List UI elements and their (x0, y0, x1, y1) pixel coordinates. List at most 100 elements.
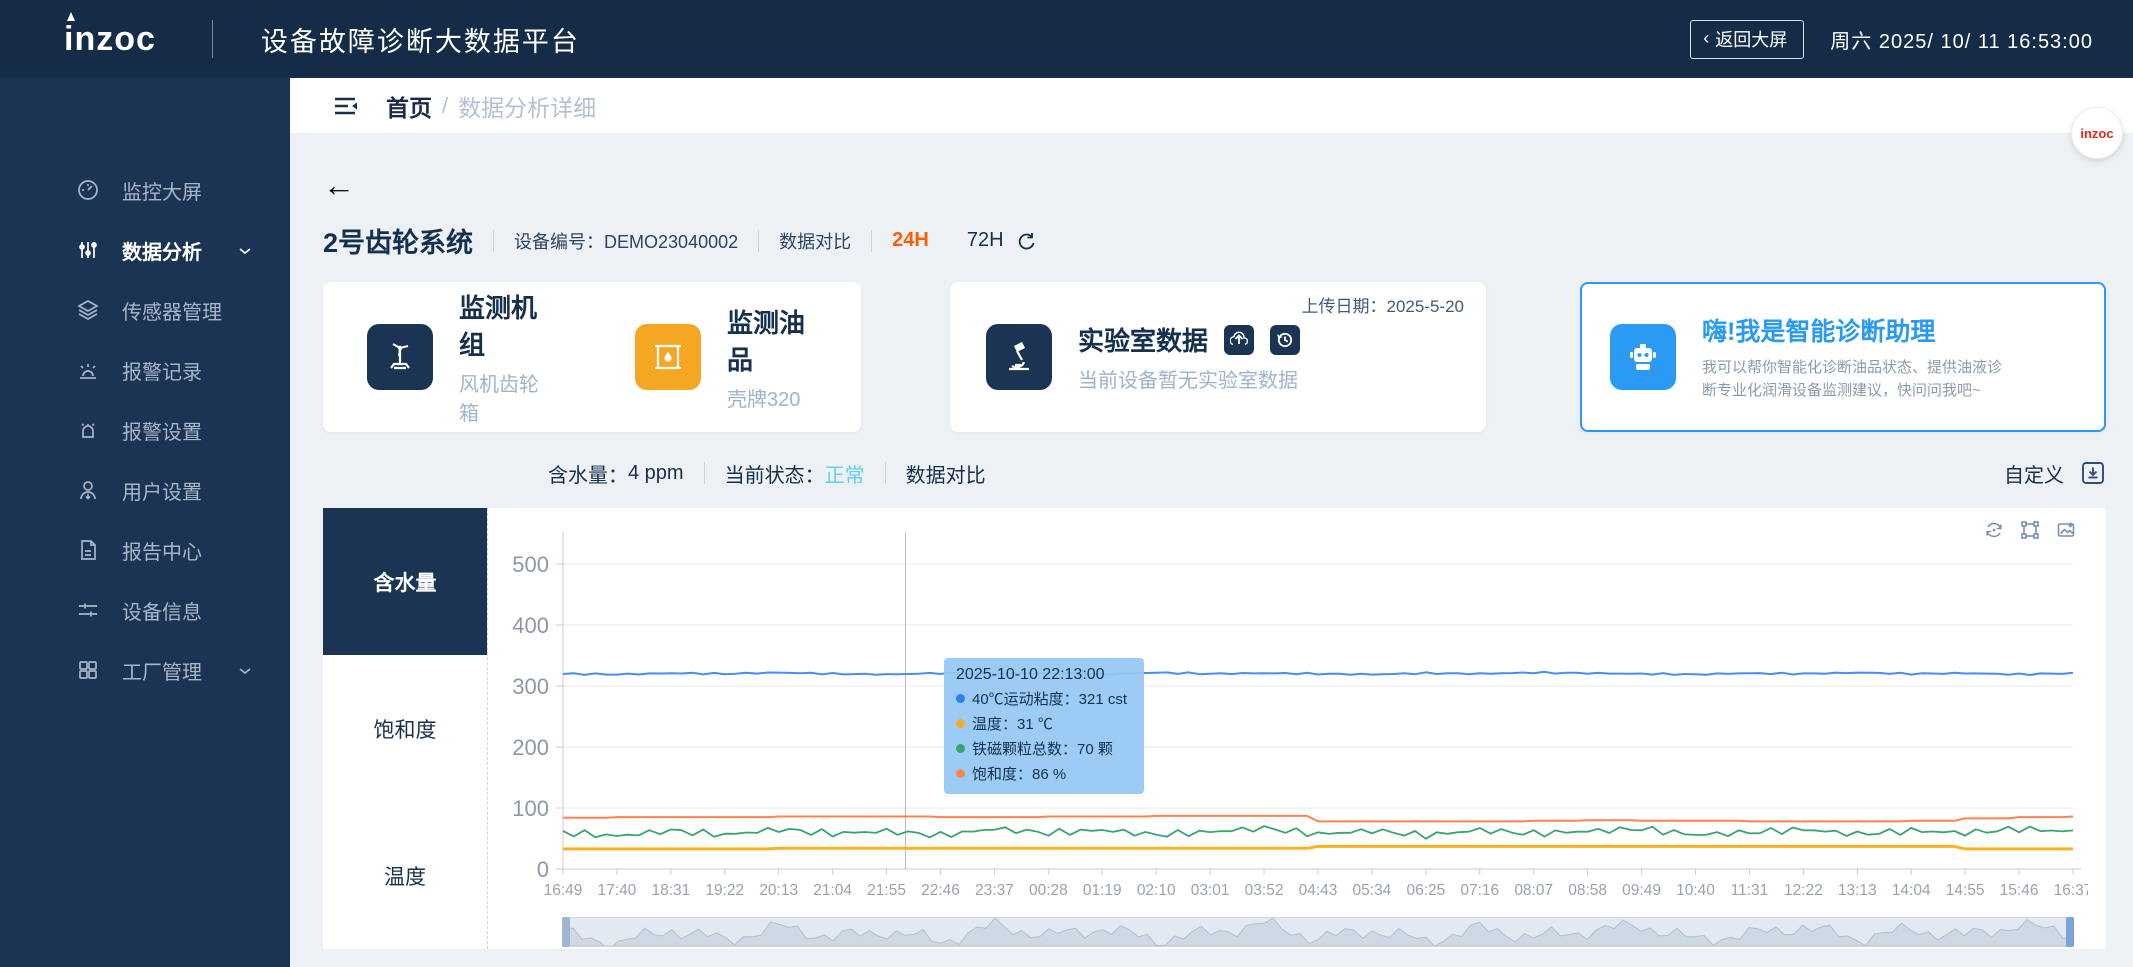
sidebar-nav: 监控大屏 数据分析 传感器管理 报警记录 报警设置 用户设置 报告中心 (0, 78, 290, 967)
tooltip-series-item: 温度：31 ℃ (956, 713, 1132, 734)
water-content-label: 含水量： (548, 459, 628, 488)
sidebar-item-sensor-management[interactable]: 传感器管理 (0, 280, 290, 340)
monitor-oil-subtitle: 壳牌320 (727, 383, 817, 412)
svg-text:22:46: 22:46 (921, 882, 960, 899)
sidebar-item-monitor-screen[interactable]: 监控大屏 (0, 160, 290, 220)
back-to-bigscreen-label: 返回大屏 (1715, 26, 1787, 52)
range-72h-button[interactable]: 72H (967, 229, 1004, 252)
breadcrumb-bar: 首页 / 数据分析详细 (290, 78, 2133, 133)
wind-turbine-icon (367, 324, 433, 390)
device-id-label: 设备编号：DEMO23040002 (514, 228, 738, 254)
range-24h-button[interactable]: 24H (892, 229, 929, 252)
chart-tab-2[interactable]: 温度 (323, 802, 487, 949)
sidebar-item-alarm-settings[interactable]: 报警设置 (0, 400, 290, 460)
back-arrow-button[interactable]: ← (323, 169, 355, 201)
ai-assistant-desc: 我可以帮你智能化诊断油品状态、提供油液诊 断专业化润滑设备监测建议，快问问我吧~ (1702, 356, 2002, 403)
ai-assistant-title: 嗨!我是智能诊断助理 (1702, 312, 2002, 348)
series-color-dot (956, 744, 965, 753)
svg-text:18:31: 18:31 (651, 882, 690, 899)
lab-data-card: 上传日期：2025-5-20 实验室数据 当前设备暂无实验室数据 (950, 282, 1486, 432)
svg-text:16:37: 16:37 (2054, 882, 2088, 899)
svg-text:14:55: 14:55 (1946, 882, 1985, 899)
sidebar-item-alarm-records[interactable]: 报警记录 (0, 340, 290, 400)
line-chart[interactable]: 010020030040050016:4917:4018:3119:2220:1… (488, 514, 2088, 914)
water-content-value: 4 ppm (628, 462, 684, 485)
history-clock-icon[interactable] (1270, 325, 1300, 355)
sidebar-item-label: 数据分析 (122, 236, 202, 265)
divider (758, 230, 759, 252)
app-title: 设备故障诊断大数据平台 (261, 20, 580, 59)
svg-text:300: 300 (512, 674, 549, 699)
back-to-bigscreen-button[interactable]: ‹ 返回大屏 (1690, 20, 1804, 59)
svg-text:23:37: 23:37 (975, 882, 1014, 899)
app-root: inzoc 设备故障诊断大数据平台 ‹ 返回大屏 周六 2025/ 10/ 11… (0, 0, 2133, 967)
zoom-select-icon[interactable] (2020, 520, 2040, 540)
page-title: 2号齿轮系统 (323, 221, 473, 260)
sidebar-item-label: 报告中心 (122, 536, 202, 565)
oil-drum-icon (635, 324, 701, 390)
refresh-icon[interactable] (1016, 231, 1036, 251)
dashboard-gauge-icon (76, 178, 100, 202)
lab-data-subtitle: 当前设备暂无实验室数据 (1078, 364, 1300, 393)
breadcrumb-home[interactable]: 首页 (386, 89, 432, 123)
datazoom-left-handle[interactable] (562, 917, 570, 947)
chevron-down-icon (238, 239, 252, 262)
robot-icon (1610, 324, 1676, 390)
header-datetime: 周六 2025/ 10/ 11 16:53:00 (1830, 25, 2093, 54)
chevron-left-icon: ‹ (1703, 28, 1709, 49)
datazoom-right-handle[interactable] (2066, 917, 2074, 947)
svg-text:20:13: 20:13 (759, 882, 798, 899)
svg-text:11:31: 11:31 (1731, 882, 1769, 899)
svg-text:01:19: 01:19 (1083, 882, 1122, 899)
divider (885, 462, 886, 484)
upload-icon[interactable] (1224, 325, 1254, 355)
current-status-label: 当前状态： (725, 459, 825, 488)
svg-text:14:04: 14:04 (1892, 882, 1931, 899)
svg-text:04:43: 04:43 (1299, 882, 1338, 899)
save-image-icon[interactable] (2056, 520, 2076, 540)
monitor-unit-text: 监测机组 风机齿轮箱 (459, 288, 549, 426)
custom-range-link[interactable]: 自定义 (2004, 459, 2064, 488)
sidebar-item-label: 设备信息 (122, 596, 202, 625)
chevron-down-icon (238, 659, 252, 682)
svg-text:15:46: 15:46 (2000, 882, 2039, 899)
datazoom-slider[interactable] (563, 917, 2073, 947)
status-row: 含水量： 4 ppm 当前状态： 正常 数据对比 自定义 (323, 448, 2106, 498)
menu-collapse-icon[interactable] (332, 94, 360, 118)
restore-icon[interactable] (1984, 520, 2004, 540)
svg-text:13:13: 13:13 (1838, 882, 1877, 899)
floating-brand-badge[interactable]: inzoc (2071, 107, 2123, 159)
svg-text:21:55: 21:55 (867, 882, 906, 899)
svg-text:07:16: 07:16 (1460, 882, 1499, 899)
lab-data-text: 实验室数据 当前设备暂无实验室数据 (1078, 321, 1300, 393)
layers-icon (76, 298, 100, 322)
sidebar-item-label: 传感器管理 (122, 296, 222, 325)
svg-text:19:22: 19:22 (705, 882, 744, 899)
chart-tab-1[interactable]: 饱和度 (323, 655, 487, 802)
breadcrumb-current: 数据分析详细 (458, 89, 596, 123)
device-title-row: 2号齿轮系统 设备编号：DEMO23040002 数据对比 24H 72H (323, 221, 2106, 260)
divider (704, 462, 705, 484)
export-download-icon[interactable] (2080, 460, 2106, 486)
svg-text:16:49: 16:49 (544, 882, 583, 899)
sidebar-item-device-info[interactable]: 设备信息 (0, 580, 290, 640)
svg-text:400: 400 (512, 613, 549, 638)
grid-icon (76, 658, 100, 682)
sidebar-item-data-analysis[interactable]: 数据分析 (0, 220, 290, 280)
series-color-dot (956, 769, 965, 778)
sidebar-item-user-settings[interactable]: 用户设置 (0, 460, 290, 520)
divider (493, 230, 494, 252)
svg-text:500: 500 (512, 552, 549, 577)
svg-text:08:58: 08:58 (1568, 882, 1607, 899)
svg-text:09:49: 09:49 (1622, 882, 1661, 899)
sidebar-item-factory-management[interactable]: 工厂管理 (0, 640, 290, 700)
divider (871, 230, 872, 252)
compare-link[interactable]: 数据对比 (906, 459, 986, 488)
svg-text:08:07: 08:07 (1514, 882, 1553, 899)
top-header: inzoc 设备故障诊断大数据平台 ‹ 返回大屏 周六 2025/ 10/ 11… (0, 0, 2133, 78)
sidebar-item-report-center[interactable]: 报告中心 (0, 520, 290, 580)
summary-cards-row: 监测机组 风机齿轮箱 监测油品 壳牌320 上传日期：2025-5-20 (323, 282, 2106, 432)
chart-tab-0[interactable]: 含水量 (323, 508, 487, 655)
brand-logo: inzoc (64, 20, 156, 59)
ai-assistant-card[interactable]: 嗨!我是智能诊断助理 我可以帮你智能化诊断油品状态、提供油液诊 断专业化润滑设备… (1580, 282, 2106, 432)
